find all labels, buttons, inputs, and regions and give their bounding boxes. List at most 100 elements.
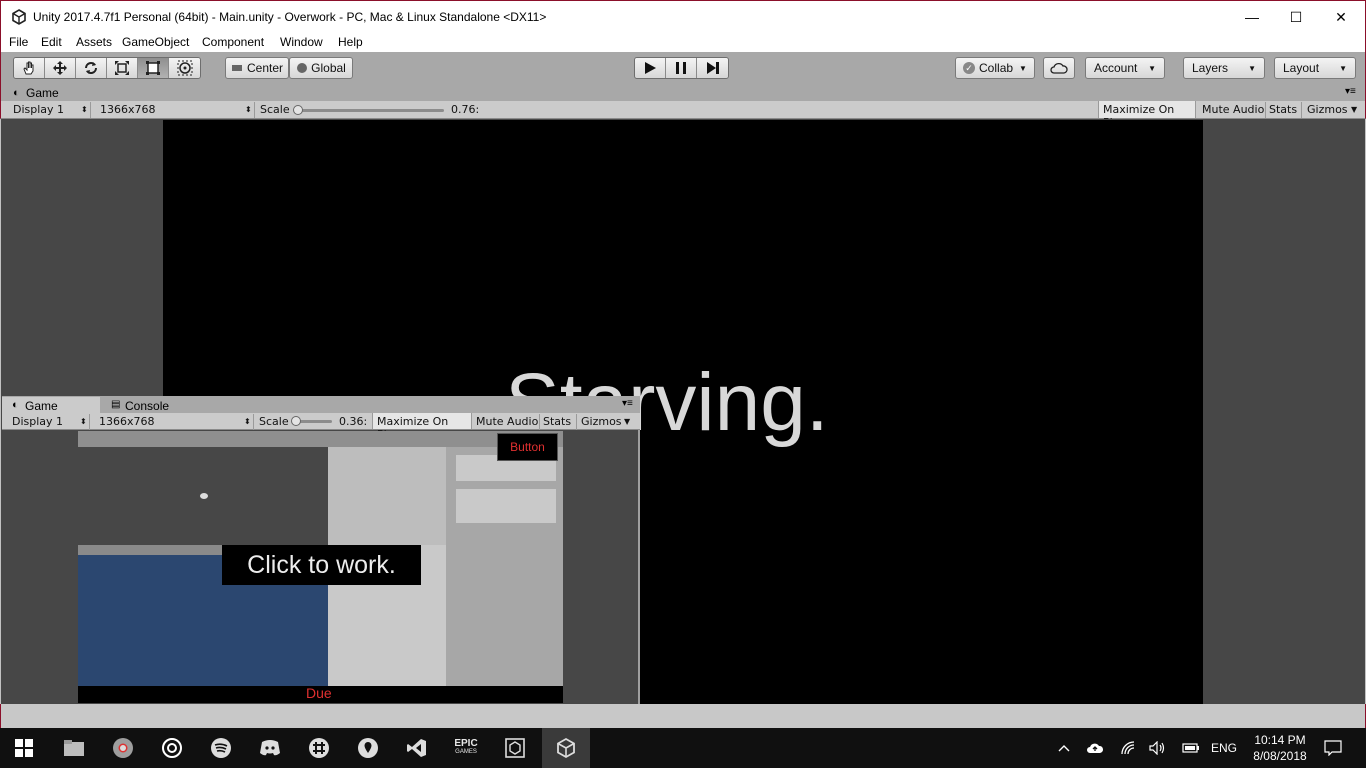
- clock-time: 10:14 PM: [1254, 733, 1306, 747]
- windows-logo-icon: [15, 739, 33, 757]
- display-select-arrow-icon: ⬍: [80, 417, 87, 426]
- scale-slider-track[interactable]: [296, 109, 444, 112]
- chevron-down-icon: ▼: [1019, 63, 1027, 73]
- epic-label: EPIC: [454, 738, 478, 749]
- menu-window[interactable]: Window: [280, 35, 323, 49]
- menu-file[interactable]: File: [9, 35, 28, 49]
- battery-icon[interactable]: [1180, 728, 1202, 768]
- mini-tab-bar: ◐ Game ▤ Console ▾≡: [2, 396, 640, 413]
- minimize-button[interactable]: —: [1229, 1, 1275, 33]
- divider: [1301, 102, 1302, 118]
- menu-assets[interactable]: Assets: [76, 35, 112, 49]
- space-global-button[interactable]: Global: [289, 57, 353, 79]
- resolution-select[interactable]: 1366x768: [99, 415, 155, 428]
- discord-icon[interactable]: [246, 728, 294, 768]
- pivot-center-button[interactable]: Center: [225, 57, 289, 79]
- mini-game-view[interactable]: Button Click to work. Due: [78, 431, 563, 703]
- cloud-button[interactable]: [1043, 57, 1075, 79]
- resolution-select[interactable]: 1366x768: [100, 103, 156, 116]
- move-tool-icon[interactable]: [45, 58, 76, 78]
- gizmos-dropdown[interactable]: Gizmos: [1307, 103, 1348, 116]
- layout-dropdown[interactable]: Layout ▼: [1274, 57, 1356, 79]
- start-button[interactable]: [0, 728, 48, 768]
- chevron-down-icon: ▼: [1248, 63, 1256, 73]
- toolbar: Center Global ✓ Collab ▼ Account ▼ Layer…: [0, 52, 1366, 85]
- spotify-icon[interactable]: [197, 728, 245, 768]
- maximize-button[interactable]: ☐: [1273, 1, 1319, 33]
- unity-hub-icon[interactable]: [491, 728, 539, 768]
- menu-edit[interactable]: Edit: [41, 35, 62, 49]
- layers-dropdown[interactable]: Layers ▼: [1183, 57, 1265, 79]
- display-select[interactable]: Display 1: [12, 415, 63, 428]
- close-button[interactable]: ✕: [1318, 1, 1364, 33]
- clock[interactable]: 10:14 PM 8/08/2018: [1248, 728, 1312, 768]
- unity-editor-icon[interactable]: [542, 728, 590, 768]
- divider: [90, 102, 91, 118]
- stats-toggle[interactable]: Stats: [543, 415, 571, 428]
- play-button[interactable]: [635, 58, 666, 78]
- mini-tab-game[interactable]: ◐ Game: [2, 397, 100, 413]
- groove-music-icon[interactable]: [148, 728, 196, 768]
- divider: [253, 414, 254, 430]
- panel-menu-icon[interactable]: ▾≡: [622, 398, 633, 409]
- chevron-down-icon: ▼: [1339, 63, 1347, 73]
- pivot-icon: [231, 65, 242, 71]
- nested-editor-toolbar: [78, 431, 563, 447]
- visual-studio-icon[interactable]: [393, 728, 441, 768]
- space-label: Global: [311, 61, 346, 75]
- rotate-tool-icon[interactable]: [76, 58, 107, 78]
- scale-tool-icon[interactable]: [107, 58, 138, 78]
- language-indicator[interactable]: ENG: [1208, 728, 1240, 768]
- mini-tab-console[interactable]: ▤ Console: [101, 397, 201, 413]
- mute-audio-toggle[interactable]: Mute Audio: [1202, 103, 1264, 116]
- games-label: GAMES: [455, 749, 477, 755]
- unity-logo-icon: [12, 9, 26, 25]
- chevron-down-icon: ▼: [1351, 105, 1358, 114]
- gizmos-dropdown[interactable]: Gizmos: [581, 415, 622, 428]
- divider: [1265, 102, 1266, 118]
- scale-label: Scale: [260, 103, 290, 116]
- collab-label: Collab: [979, 61, 1014, 75]
- volume-icon[interactable]: [1147, 728, 1169, 768]
- chevron-down-icon: ▼: [624, 417, 631, 426]
- nested-cloud-sprite: [200, 493, 208, 499]
- account-dropdown[interactable]: Account ▼: [1085, 57, 1165, 79]
- click-to-work-button[interactable]: Click to work.: [222, 545, 421, 585]
- scale-label: Scale: [259, 415, 289, 428]
- collab-dropdown[interactable]: ✓ Collab ▼: [955, 57, 1035, 79]
- chrome-icon[interactable]: [99, 728, 147, 768]
- mute-audio-toggle[interactable]: Mute Audio: [476, 415, 538, 428]
- red-button[interactable]: Button: [497, 433, 558, 461]
- wifi-icon[interactable]: [1118, 728, 1140, 768]
- panel-menu-icon[interactable]: ▾≡: [1345, 86, 1356, 97]
- maps-icon[interactable]: [344, 728, 392, 768]
- step-button[interactable]: [697, 58, 728, 78]
- maximize-on-play-toggle[interactable]: Maximize On Play: [1098, 101, 1196, 129]
- epic-games-icon[interactable]: EPIC GAMES: [442, 728, 490, 768]
- hand-tool-icon[interactable]: [14, 58, 45, 78]
- menu-gameobject[interactable]: GameObject: [122, 35, 189, 49]
- show-hidden-icons-icon[interactable]: [1053, 728, 1075, 768]
- action-center-icon[interactable]: [1322, 728, 1344, 768]
- scale-slider-thumb[interactable]: [291, 416, 301, 426]
- scale-slider-thumb[interactable]: [293, 105, 303, 115]
- scale-value: 0.76:: [451, 103, 480, 116]
- collab-check-icon: ✓: [963, 62, 976, 74]
- display-select[interactable]: Display 1: [13, 103, 64, 116]
- game-tab[interactable]: Game: [26, 86, 59, 100]
- slack-icon[interactable]: [295, 728, 343, 768]
- resolution-select-arrow-icon: ⬍: [244, 417, 251, 426]
- menu-component[interactable]: Component: [202, 35, 264, 49]
- transform-tool-icon[interactable]: [169, 58, 200, 78]
- mini-tab-game-label: Game: [25, 399, 58, 413]
- file-explorer-icon[interactable]: [50, 728, 98, 768]
- stats-toggle[interactable]: Stats: [1269, 103, 1297, 116]
- pause-button[interactable]: [666, 58, 697, 78]
- rect-tool-icon[interactable]: [138, 58, 169, 78]
- onedrive-upload-icon[interactable]: [1084, 728, 1106, 768]
- game-toolbar: Display 1 ⬍ 1366x768 ⬍ Scale 0.76: Maxim…: [0, 101, 1366, 129]
- divider: [89, 414, 90, 430]
- menu-help[interactable]: Help: [338, 35, 363, 49]
- transform-tools: [13, 57, 201, 79]
- maximize-on-play-toggle[interactable]: Maximize On Play: [372, 413, 472, 441]
